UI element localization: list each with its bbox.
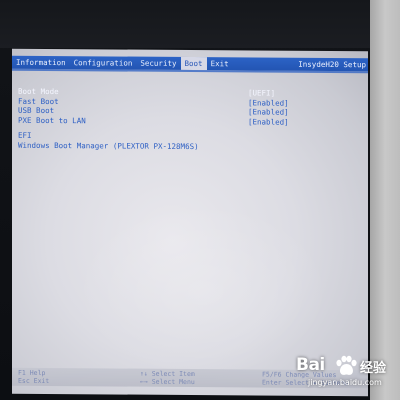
help-text: Select Menu: [151, 377, 195, 387]
option-label: Boot Mode: [18, 86, 59, 97]
tab-exit[interactable]: Exit: [207, 57, 233, 70]
watermark-brand-cn: 经验: [360, 361, 387, 376]
watermark-brand: Bai: [296, 355, 325, 375]
background-wall: [370, 0, 400, 400]
help-key: F5/F6: [262, 370, 282, 379]
watermark-url: jingyan.baidu.com: [308, 378, 382, 387]
boot-device-item[interactable]: Windows Boot Manager (PLEXTOR PX-128M6S): [18, 140, 358, 152]
boot-options-panel: Boot Mode [UEFI] Fast Boot [Enabled] USB…: [18, 87, 358, 152]
option-value[interactable]: [Enabled]: [248, 107, 289, 117]
help-text: Help: [29, 368, 46, 377]
tab-configuration[interactable]: Configuration: [70, 56, 137, 69]
tab-security[interactable]: Security: [136, 57, 180, 70]
option-value[interactable]: [Enabled]: [248, 117, 289, 127]
paw-icon: [336, 355, 357, 375]
tab-information[interactable]: Information: [12, 56, 70, 69]
help-key: Enter: [262, 378, 282, 387]
monitor-bezel: [0, 0, 370, 48]
photo-frame: Information Configuration Security Boot …: [0, 0, 400, 400]
help-text: Exit: [33, 376, 50, 386]
help-key: ←→: [140, 377, 148, 386]
help-key-esc: Esc Exit: [18, 377, 49, 385]
option-label: Fast Boot: [18, 96, 59, 106]
baidu-watermark: Bai 经验 jingyan.baidu.com: [296, 355, 396, 397]
help-key: Esc: [18, 376, 30, 385]
help-key-f1: F1 Help: [18, 369, 45, 377]
option-value[interactable]: [Enabled]: [248, 98, 289, 108]
help-key-leftright: ←→ Select Menu: [140, 378, 195, 386]
option-label: USB Boot: [18, 105, 55, 116]
help-key: F1: [18, 368, 26, 377]
screen-glare: [72, 199, 332, 381]
option-value[interactable]: [UEFI]: [248, 88, 275, 98]
option-pxe-boot[interactable]: PXE Boot to LAN [Enabled]: [18, 115, 358, 127]
bios-screen: Information Configuration Security Boot …: [12, 48, 368, 397]
help-key: ↑↓: [140, 369, 148, 378]
option-label: PXE Boot to LAN: [18, 115, 86, 125]
bios-vendor-title: InsydeH20 Setup: [298, 59, 366, 70]
tab-boot[interactable]: Boot: [180, 56, 207, 71]
